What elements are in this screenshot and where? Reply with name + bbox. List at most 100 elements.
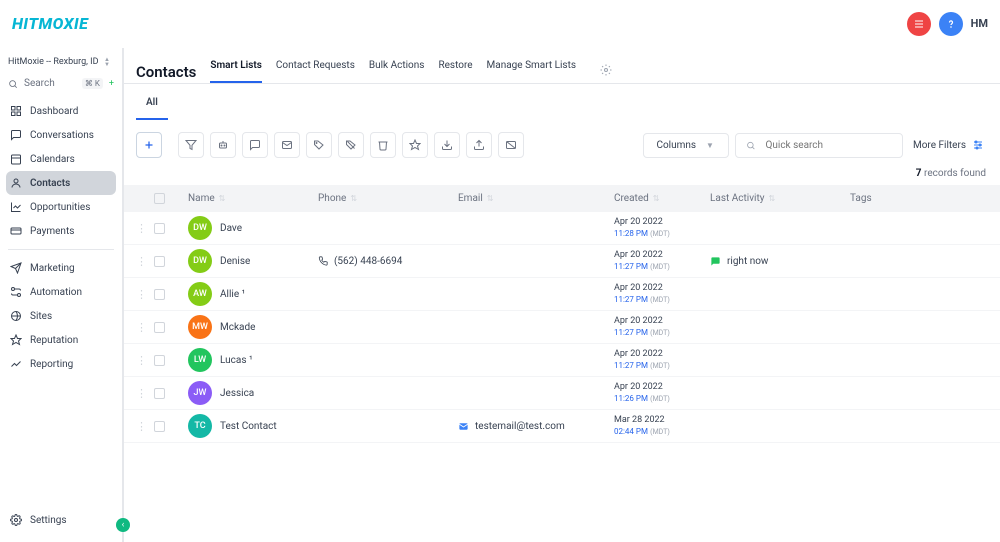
unsubscribe-button[interactable] — [498, 132, 524, 158]
automation-icon — [10, 286, 22, 298]
contact-name: Mckade — [220, 322, 255, 333]
gear-icon — [10, 514, 22, 526]
drag-handle-icon[interactable]: ⋮ — [136, 288, 147, 301]
sidebar-item-opportunities[interactable]: Opportunities — [6, 195, 116, 219]
download-button[interactable] — [434, 132, 460, 158]
contacts-icon — [10, 177, 22, 189]
dashboard-icon — [10, 105, 22, 117]
created-tz: (MDT) — [650, 230, 670, 238]
sidebar-item-settings[interactable]: Settings — [6, 508, 116, 532]
sites-icon — [10, 310, 22, 322]
hm-badge[interactable]: HM — [971, 17, 988, 30]
sms-button[interactable] — [242, 132, 268, 158]
avatar: MW — [188, 315, 212, 339]
table-row[interactable]: ⋮ DWDenise (562) 448-6694 Apr 20 202211:… — [124, 245, 1000, 278]
sidebar-item-automation[interactable]: Automation — [6, 280, 116, 304]
created-tz: (MDT) — [650, 428, 670, 436]
sidebar-item-reporting[interactable]: Reporting — [6, 352, 116, 376]
tab-manage-smart-lists[interactable]: Manage Smart Lists — [487, 60, 576, 83]
avatar: TC — [188, 414, 212, 438]
drag-handle-icon[interactable]: ⋮ — [136, 420, 147, 433]
robot-button[interactable] — [210, 132, 236, 158]
tab-contact-requests[interactable]: Contact Requests — [276, 60, 355, 83]
phone-value: (562) 448-6694 — [334, 256, 402, 267]
created-date: Apr 20 2022 — [614, 250, 710, 261]
table-row[interactable]: ⋮ DWDave Apr 20 202211:28 PM (MDT) — [124, 212, 1000, 245]
row-checkbox[interactable] — [154, 289, 165, 300]
activity-value: right now — [727, 256, 768, 267]
account-selector[interactable]: HitMoxie -- Rexburg, ID ▲▼ — [6, 52, 116, 72]
more-filters-button[interactable]: More Filters — [909, 139, 988, 151]
brand-logo[interactable]: HITMOXIE — [12, 14, 88, 33]
table-row[interactable]: ⋮ LWLucas ¹ Apr 20 202211:27 PM (MDT) — [124, 344, 1000, 377]
help-button[interactable] — [939, 12, 963, 36]
col-created-header[interactable]: Created — [614, 193, 649, 204]
table-header: Name⇅ Phone⇅ Email⇅ Created⇅ Last Activi… — [124, 185, 1000, 212]
avatar: DW — [188, 249, 212, 273]
notifications-button[interactable] — [907, 12, 931, 36]
row-checkbox[interactable] — [154, 256, 165, 267]
content-area: Contacts Smart Lists Contact Requests Bu… — [124, 48, 1000, 542]
topbar: HITMOXIE HM — [0, 0, 1000, 48]
tab-smart-lists[interactable]: Smart Lists — [210, 60, 262, 83]
sidebar-collapse-button[interactable]: ‹ — [116, 518, 130, 532]
star-button[interactable] — [402, 132, 428, 158]
drag-handle-icon[interactable]: ⋮ — [136, 321, 147, 334]
sidebar-item-dashboard[interactable]: Dashboard — [6, 99, 116, 123]
row-checkbox[interactable] — [154, 388, 165, 399]
search-placeholder: Search — [24, 78, 55, 89]
sidebar-item-reputation[interactable]: Reputation — [6, 328, 116, 352]
email-button[interactable] — [274, 132, 300, 158]
col-phone-header[interactable]: Phone — [318, 193, 346, 204]
drag-handle-icon[interactable]: ⋮ — [136, 354, 147, 367]
filter-button[interactable] — [178, 132, 204, 158]
upload-button[interactable] — [466, 132, 492, 158]
col-name-header[interactable]: Name — [188, 193, 215, 204]
avatar: JW — [188, 381, 212, 405]
stepper-icon: ▲▼ — [104, 55, 114, 69]
drag-handle-icon[interactable]: ⋮ — [136, 387, 147, 400]
tabs-settings-icon[interactable] — [590, 64, 612, 79]
sidebar-item-conversations[interactable]: Conversations — [6, 123, 116, 147]
row-checkbox[interactable] — [154, 421, 165, 432]
quick-search-input[interactable] — [766, 140, 892, 151]
row-checkbox[interactable] — [154, 355, 165, 366]
drag-handle-icon[interactable]: ⋮ — [136, 255, 147, 268]
tag-add-button[interactable] — [306, 132, 332, 158]
sidebar-item-calendars[interactable]: Calendars — [6, 147, 116, 171]
table-row[interactable]: ⋮ AWAllie ¹ Apr 20 202211:27 PM (MDT) — [124, 278, 1000, 311]
add-contact-button[interactable] — [136, 132, 162, 158]
select-all-checkbox[interactable] — [154, 193, 165, 204]
row-checkbox[interactable] — [154, 322, 165, 333]
created-time: 11:27 PM — [614, 361, 648, 370]
table-row[interactable]: ⋮ TCTest Contact testemail@test.com Mar … — [124, 410, 1000, 443]
subtab-all[interactable]: All — [136, 84, 168, 120]
col-tags-header[interactable]: Tags — [850, 193, 872, 204]
created-date: Apr 20 2022 — [614, 217, 710, 228]
quick-search[interactable] — [735, 133, 903, 158]
toolbar: Columns▼ More Filters — [124, 120, 1000, 168]
col-email-header[interactable]: Email — [458, 193, 483, 204]
row-checkbox[interactable] — [154, 223, 165, 234]
drag-handle-icon[interactable]: ⋮ — [136, 222, 147, 235]
col-activity-header[interactable]: Last Activity — [710, 193, 764, 204]
tab-restore[interactable]: Restore — [438, 60, 472, 83]
sidebar-item-contacts[interactable]: Contacts — [6, 171, 116, 195]
sidebar-search[interactable]: Search ⌘ K + — [6, 72, 116, 99]
page-title: Contacts — [136, 63, 196, 81]
tab-bulk-actions[interactable]: Bulk Actions — [369, 60, 425, 83]
email-value: testemail@test.com — [475, 421, 565, 432]
contact-name: Allie ¹ — [220, 289, 245, 300]
delete-button[interactable] — [370, 132, 396, 158]
table-row[interactable]: ⋮ JWJessica Apr 20 202211:26 PM (MDT) — [124, 377, 1000, 410]
sidebar-item-sites[interactable]: Sites — [6, 304, 116, 328]
columns-button[interactable]: Columns▼ — [643, 133, 729, 158]
reporting-icon — [10, 358, 22, 370]
star-icon — [10, 334, 22, 346]
avatar: DW — [188, 216, 212, 240]
table-row[interactable]: ⋮ MWMckade Apr 20 202211:27 PM (MDT) — [124, 311, 1000, 344]
sidebar-item-payments[interactable]: Payments — [6, 219, 116, 243]
tag-remove-button[interactable] — [338, 132, 364, 158]
sidebar-item-marketing[interactable]: Marketing — [6, 256, 116, 280]
sub-tabs: All — [124, 84, 1000, 120]
